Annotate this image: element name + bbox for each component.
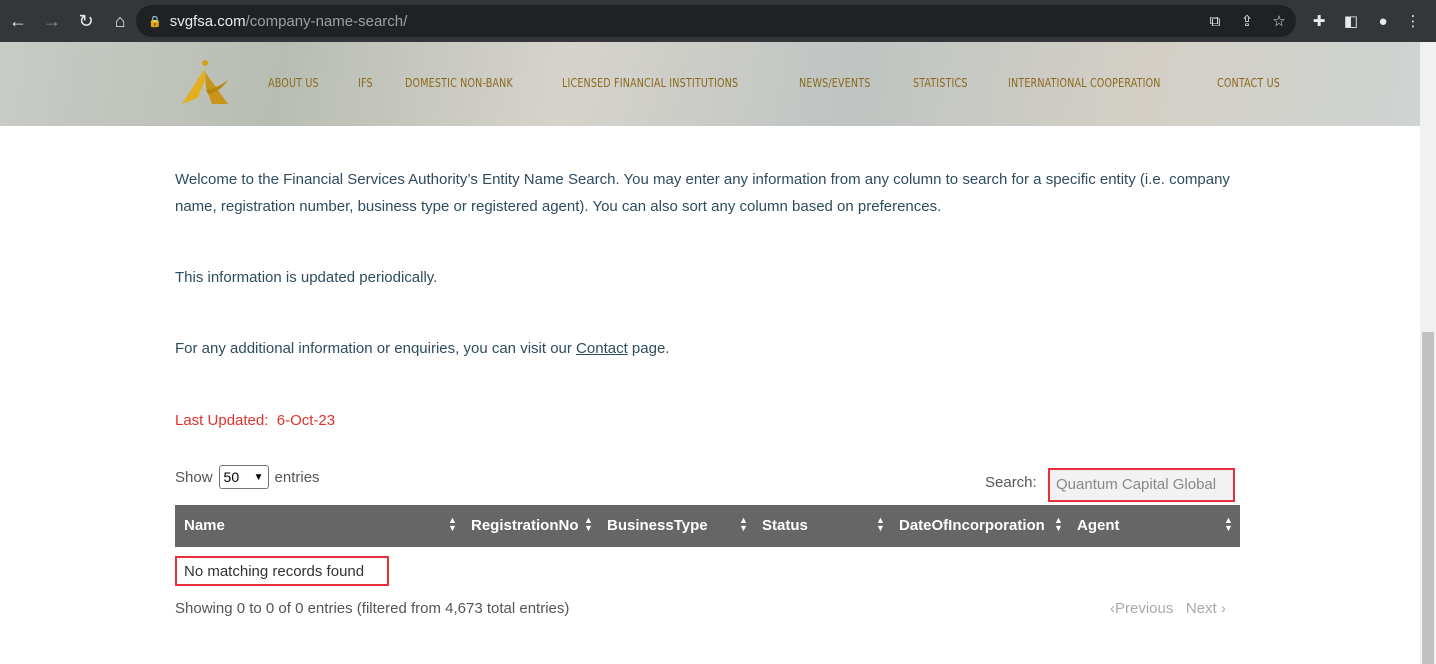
sort-icon[interactable]: ▲ ▼ bbox=[448, 516, 457, 533]
update-note: This information is updated periodically… bbox=[175, 269, 438, 286]
nav-statistics[interactable]: STATISTICS bbox=[913, 75, 968, 90]
sort-icon[interactable]: ▲ ▼ bbox=[584, 516, 593, 533]
sort-icon[interactable]: ▲ ▼ bbox=[876, 516, 885, 533]
reload-icon[interactable]: ↻ bbox=[70, 5, 102, 37]
site-header: ABOUT US IFS DOMESTIC NON-BANK LICENSED … bbox=[0, 42, 1420, 126]
search-label: Search: bbox=[985, 474, 1037, 491]
main-nav: ABOUT US IFS DOMESTIC NON-BANK LICENSED … bbox=[268, 75, 1321, 90]
nav-domestic-non-bank[interactable]: DOMESTIC NON-BANK bbox=[405, 75, 513, 90]
browser-toolbar: ← → ↻ ⌂ 🔒 svgfsa.com/company-name-search… bbox=[0, 0, 1436, 42]
nav-contact-us[interactable]: CONTACT US bbox=[1217, 75, 1280, 90]
page-size-select[interactable]: 50 ▼ bbox=[218, 465, 269, 489]
nav-ifs[interactable]: IFS bbox=[358, 75, 373, 90]
column-date-of-incorporation[interactable]: DateOfIncorporation bbox=[899, 517, 1045, 534]
last-updated-value: 6-Oct-23 bbox=[276, 412, 336, 429]
sort-icon[interactable]: ▲ ▼ bbox=[1054, 516, 1063, 533]
address-bar[interactable]: 🔒 svgfsa.com/company-name-search/ bbox=[136, 5, 1296, 37]
sort-icon[interactable]: ▲ ▼ bbox=[1224, 516, 1233, 533]
column-business-type[interactable]: BusinessType bbox=[607, 517, 708, 534]
sidepanel-icon[interactable]: ◧ bbox=[1336, 5, 1366, 37]
sort-icon[interactable]: ▲ ▼ bbox=[739, 516, 748, 533]
contact-text-end: page. bbox=[627, 340, 670, 357]
contact-text: For any additional information or enquir… bbox=[175, 340, 577, 357]
intro-paragraph: Welcome to the Financial Services Author… bbox=[175, 171, 1230, 215]
nav-licensed-financial-institutions[interactable]: LICENSED FINANCIAL INSTITUTIONS bbox=[562, 75, 738, 90]
chevron-right-icon: › bbox=[1220, 600, 1226, 617]
lock-icon: 🔒 bbox=[148, 15, 162, 28]
menu-icon[interactable]: ⋮ bbox=[1398, 5, 1428, 37]
share-icon[interactable]: ⇪ bbox=[1232, 5, 1262, 37]
profile-icon[interactable]: ● bbox=[1368, 5, 1398, 37]
table-header: Name ▲ ▼ RegistrationNo ▲ ▼ BusinessType ▲… bbox=[175, 505, 1240, 547]
nav-news-events[interactable]: NEWS/EVENTS bbox=[799, 75, 870, 90]
translate-icon[interactable]: ⧉ bbox=[1200, 5, 1230, 37]
last-updated-label: Last Updated: bbox=[175, 412, 269, 429]
last-updated: Last Updated: 6-Oct-23 bbox=[175, 407, 1075, 434]
fsa-logo[interactable] bbox=[178, 58, 232, 106]
star-icon[interactable]: ☆ bbox=[1264, 5, 1294, 37]
column-name[interactable]: Name bbox=[184, 517, 225, 534]
search-input[interactable]: Quantum Capital Global bbox=[1048, 468, 1235, 502]
contact-paragraph: For any additional information or enquir… bbox=[175, 335, 1075, 362]
url-path: /company-name-search/ bbox=[245, 12, 408, 30]
next-button[interactable]: Next bbox=[1186, 600, 1217, 617]
nav-international-cooperation[interactable]: INTERNATIONAL COOPERATION bbox=[1008, 75, 1161, 90]
column-status[interactable]: Status bbox=[762, 517, 808, 534]
empty-message: No matching records found bbox=[175, 556, 389, 586]
page-size-value: 50 bbox=[223, 469, 240, 485]
column-agent[interactable]: Agent bbox=[1077, 517, 1120, 534]
entries-label: entries bbox=[274, 468, 320, 486]
extensions-icon[interactable]: ✚ bbox=[1304, 5, 1334, 37]
scrollbar-thumb[interactable] bbox=[1422, 332, 1434, 664]
nav-about-us[interactable]: ABOUT US bbox=[268, 75, 319, 90]
back-icon[interactable]: ← bbox=[2, 5, 34, 37]
page-size-control: Show 50 ▼ entries bbox=[175, 465, 320, 489]
chevron-down-icon: ▼ bbox=[253, 471, 264, 483]
url-host: svgfsa.com bbox=[169, 12, 246, 30]
column-registration-no[interactable]: RegistrationNo bbox=[471, 517, 579, 534]
contact-link[interactable]: Contact bbox=[576, 340, 628, 357]
forward-icon[interactable]: → bbox=[36, 5, 68, 37]
show-label: Show bbox=[175, 468, 213, 486]
table-info: Showing 0 to 0 of 0 entries (filtered fr… bbox=[175, 600, 570, 617]
home-icon[interactable]: ⌂ bbox=[104, 5, 136, 37]
pagination: ‹Previous Next › bbox=[1110, 600, 1226, 617]
previous-button[interactable]: Previous bbox=[1115, 600, 1173, 617]
